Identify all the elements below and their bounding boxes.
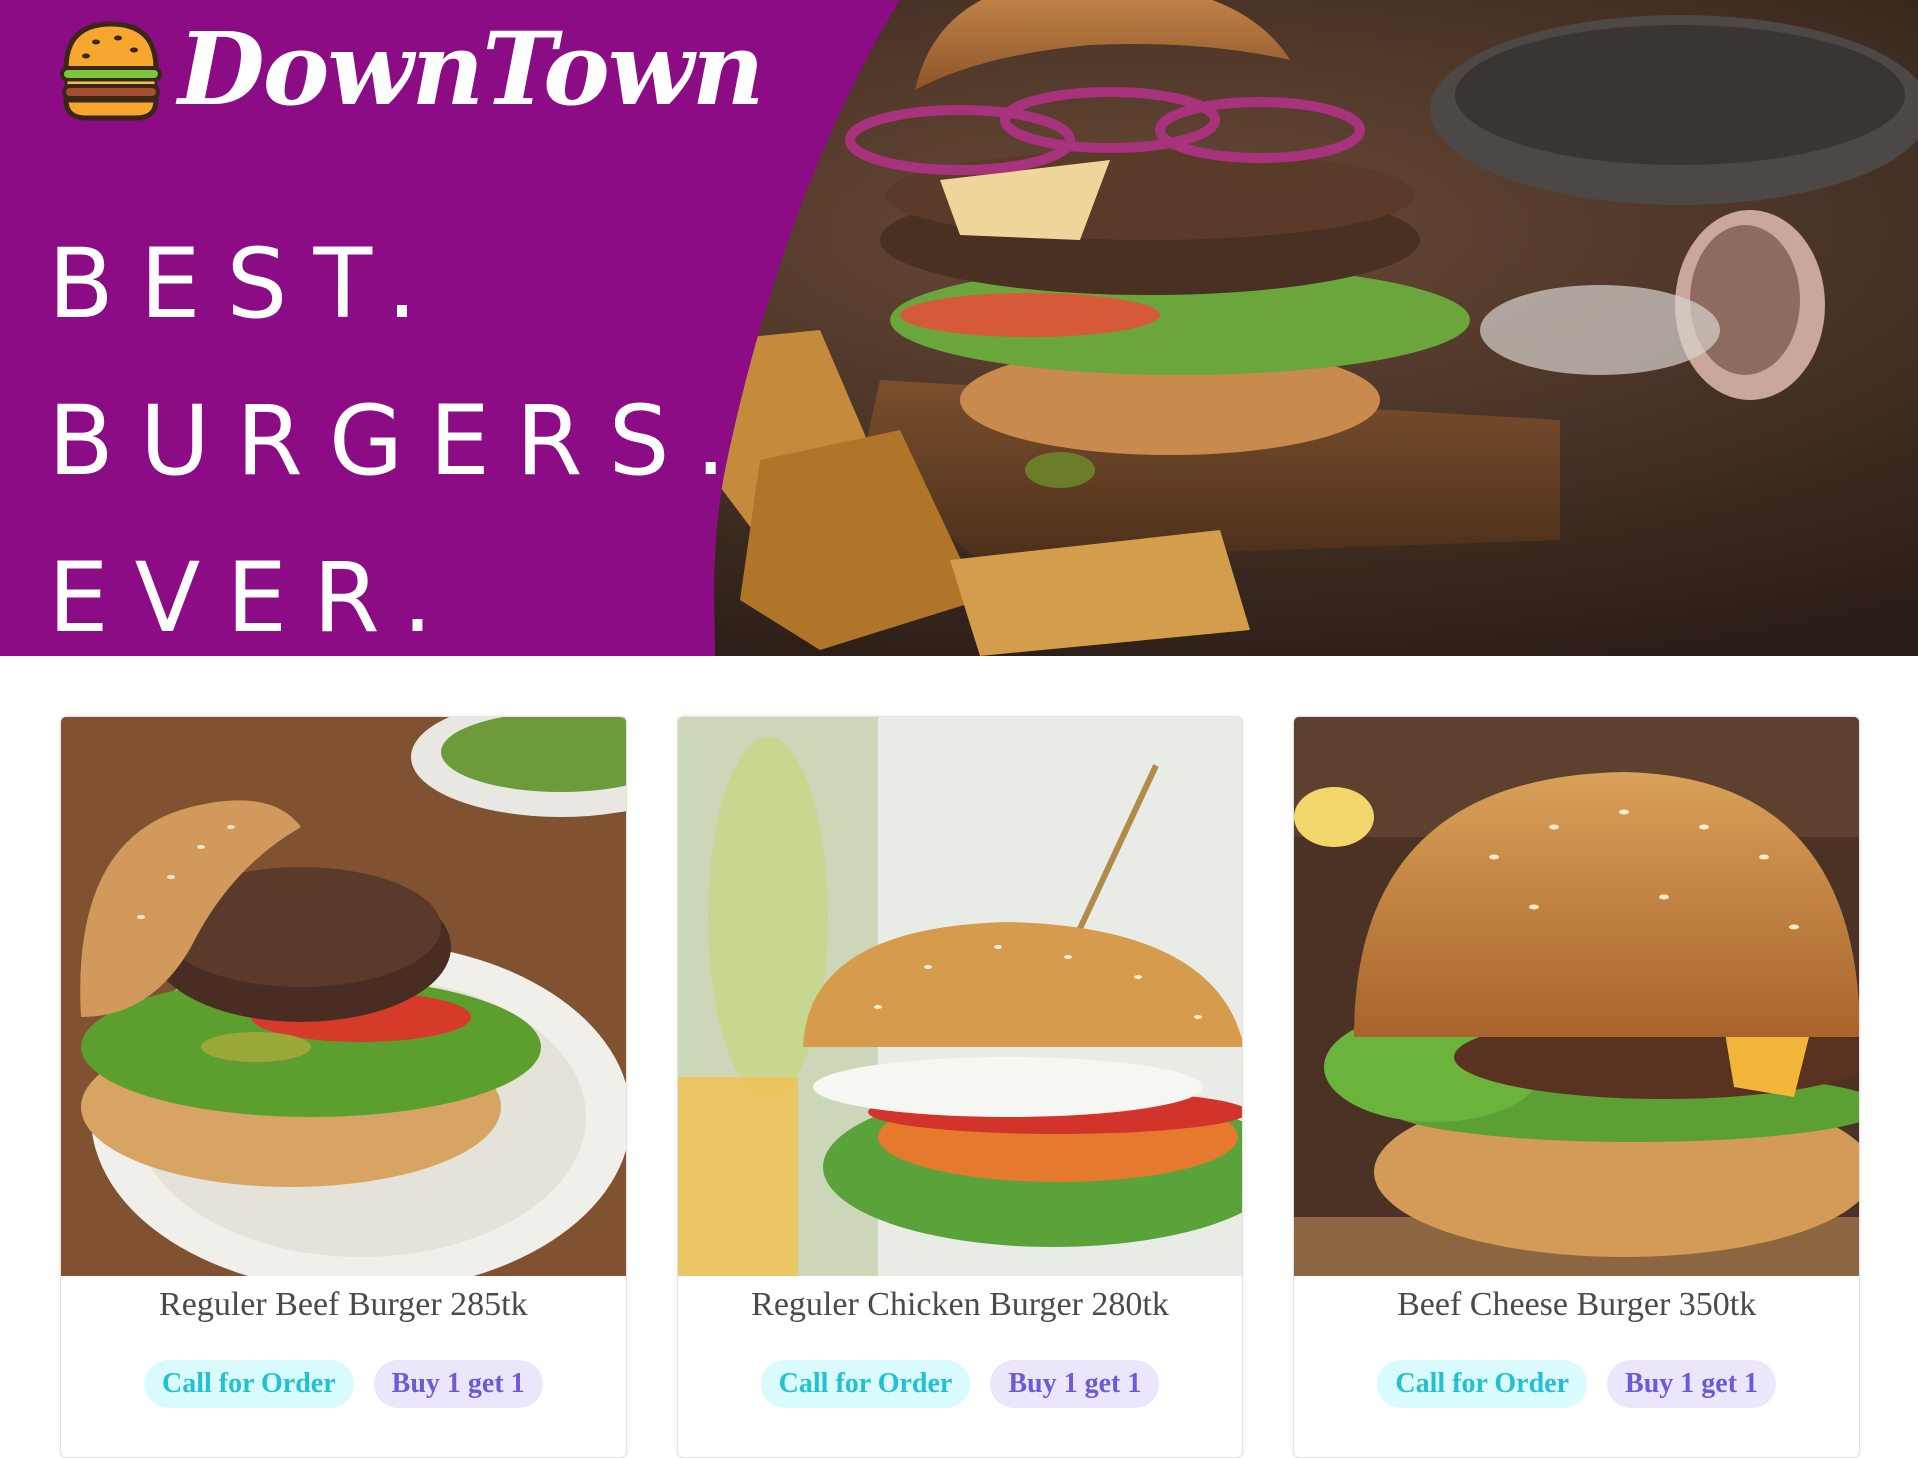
call-for-order-button[interactable]: Call for Order [760, 1360, 971, 1408]
hero-banner: DownTown BEST. BURGERS. EVER. [0, 0, 1918, 656]
hero-tagline: BEST. BURGERS. EVER. [48, 206, 752, 656]
product-title: Reguler Chicken Burger 280tk [751, 1286, 1169, 1323]
tagline-line-1: BEST. [48, 228, 444, 340]
brand-logo[interactable]: DownTown [56, 10, 765, 128]
product-card[interactable]: Reguler Beef Burger 285tk Call for Order… [60, 716, 627, 1458]
tagline-line-2: BURGERS. [48, 385, 753, 497]
product-actions: Call for Order Buy 1 get 1 [61, 1360, 626, 1408]
buy-1-get-1-button[interactable]: Buy 1 get 1 [1607, 1360, 1777, 1408]
call-for-order-button[interactable]: Call for Order [1377, 1360, 1588, 1408]
brand-name: DownTown [178, 10, 765, 128]
beef-cheese-burger-photo [1294, 717, 1860, 1276]
buy-1-get-1-button[interactable]: Buy 1 get 1 [373, 1360, 543, 1408]
tagline-line-3: EVER. [48, 542, 459, 654]
product-title: Beef Cheese Burger 350tk [1397, 1286, 1757, 1323]
call-for-order-button[interactable]: Call for Order [144, 1360, 354, 1408]
product-grid: Reguler Beef Burger 285tk Call for Order… [60, 716, 1861, 1458]
chicken-burger-photo [677, 717, 1243, 1276]
product-actions: Call for Order Buy 1 get 1 [678, 1360, 1243, 1408]
burger-icon [60, 21, 162, 121]
beef-burger-photo [61, 717, 626, 1276]
product-title: Reguler Beef Burger 285tk [159, 1286, 528, 1323]
product-actions: Call for Order Buy 1 get 1 [1294, 1360, 1859, 1408]
product-card[interactable]: Beef Cheese Burger 350tk Call for Order … [1293, 716, 1861, 1458]
buy-1-get-1-button[interactable]: Buy 1 get 1 [990, 1360, 1160, 1408]
product-card[interactable]: Reguler Chicken Burger 280tk Call for Or… [676, 716, 1244, 1458]
